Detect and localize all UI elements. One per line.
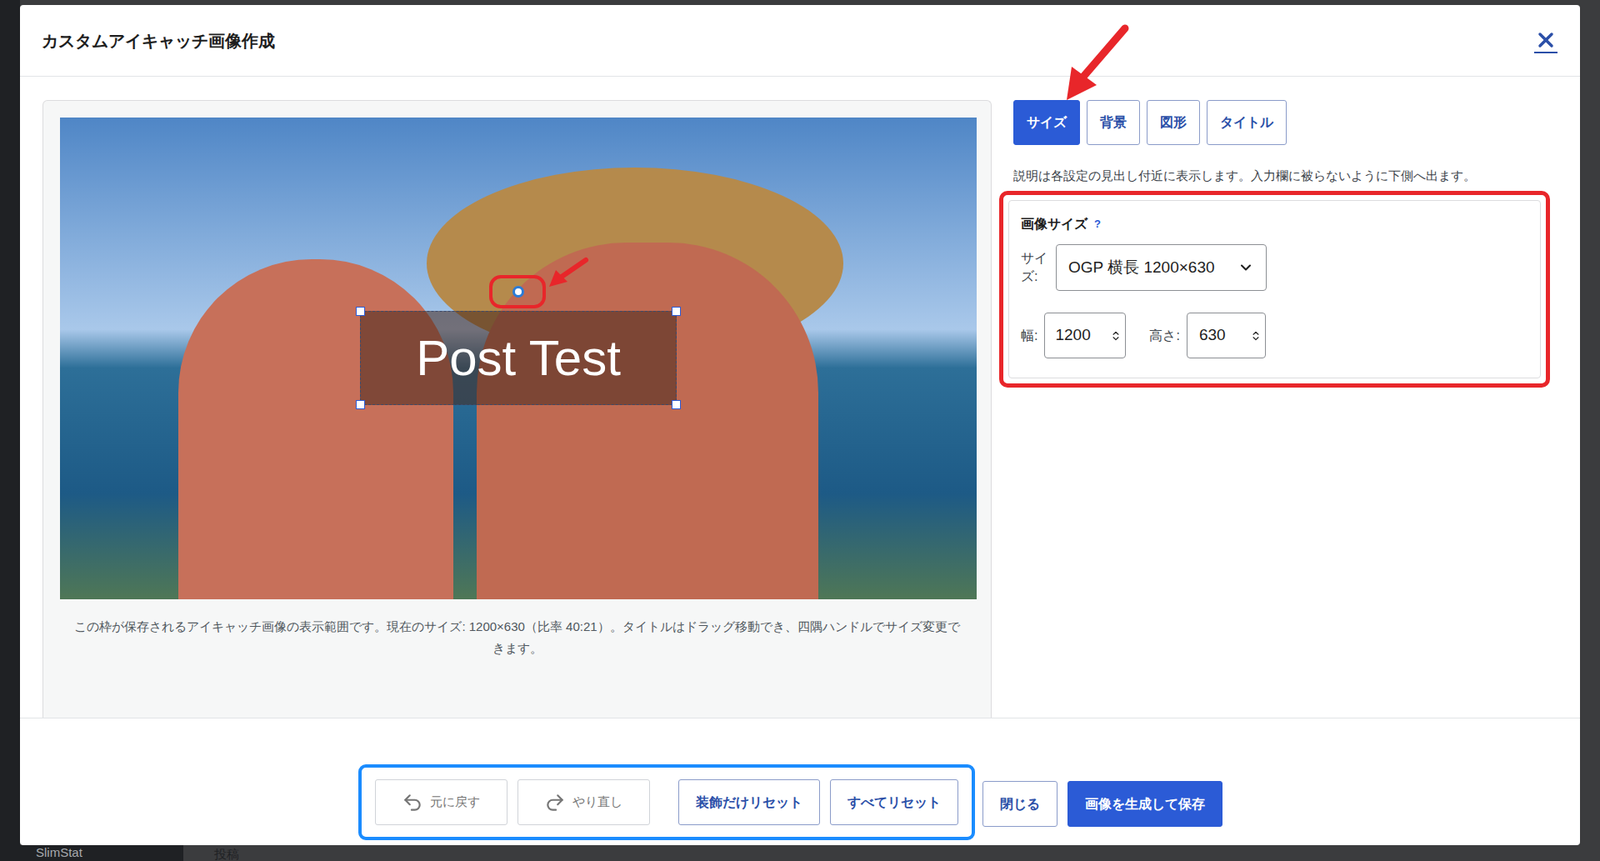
spinner-icon[interactable] bbox=[1250, 328, 1262, 344]
width-label: 幅: bbox=[1020, 325, 1038, 346]
admin-sidebar bbox=[0, 0, 20, 861]
help-mark[interactable]: ? bbox=[1094, 215, 1101, 233]
tab-bar: サイズ背景図形タイトル bbox=[1013, 100, 1566, 145]
close-button[interactable] bbox=[1533, 28, 1559, 54]
preview-caption: この枠が保存されるアイキャッチ画像の表示範囲です。現在のサイズ: 1200×63… bbox=[60, 615, 975, 660]
modal-body: Post Test この枠が保存されるアイキャッチ画像の表示範囲です。現在のサイズ… bbox=[20, 76, 1580, 718]
redo-icon bbox=[544, 791, 566, 814]
close-icon bbox=[1533, 28, 1559, 52]
modal-footer: 元に戻すやり直し装飾だけリセットすべてリセット閉じる画像を生成して保存 bbox=[20, 717, 1580, 845]
menu-item[interactable]: SlimStat bbox=[0, 845, 184, 861]
action-button[interactable]: すべてリセット bbox=[830, 779, 959, 825]
size-heading: 画像サイズ? bbox=[1020, 214, 1529, 235]
preview-panel: Post Test この枠が保存されるアイキャッチ画像の表示範囲です。現在のサイズ… bbox=[42, 100, 992, 718]
action-button[interactable]: 装飾だけリセット bbox=[678, 779, 820, 825]
menu-item[interactable]: 投稿 bbox=[214, 846, 240, 861]
modal-title: カスタムアイキャッチ画像作成 bbox=[41, 28, 275, 54]
modal: カスタムアイキャッチ画像作成 Post Test この枠が保存されるアイキャッチ画像… bbox=[20, 5, 1580, 845]
tab[interactable]: サイズ bbox=[1013, 100, 1080, 145]
spinner-icon[interactable] bbox=[1110, 328, 1122, 344]
tab[interactable]: 背景 bbox=[1086, 100, 1140, 145]
action-button[interactable]: 閉じる bbox=[982, 780, 1058, 827]
height-input[interactable]: 630 bbox=[1186, 312, 1266, 359]
annotation-arrow-icon bbox=[547, 255, 590, 292]
preview-canvas: Post Test bbox=[60, 117, 977, 600]
width-input[interactable]: 1200 bbox=[1044, 312, 1126, 359]
help-text: 説明は各設定の見出し付近に表示します。入力欄に被らないように下側へ出ます。 bbox=[1013, 167, 1566, 185]
annotation-box: 元に戻すやり直し装飾だけリセットすべてリセット bbox=[358, 764, 975, 840]
undo-icon bbox=[401, 791, 424, 814]
screen: SlimStat 投稿 カスタムアイキャッチ画像作成 Post Test この枠が保存さ… bbox=[0, 0, 1600, 861]
annotation-arrow-icon bbox=[1050, 20, 1134, 104]
background-menu: SlimStat 投稿 bbox=[0, 845, 1600, 861]
photo-figure bbox=[476, 242, 819, 600]
tab[interactable]: 図形 bbox=[1146, 100, 1200, 145]
annotation-box: 画像サイズ? サイズ:OGP 横長 1200×630 幅: 1200 高さ: 630 bbox=[999, 190, 1550, 388]
settings-column: サイズ背景図形タイトル説明は各設定の見出し付近に表示します。入力欄に被らないよう… bbox=[999, 100, 1566, 718]
undo-button[interactable]: 元に戻す bbox=[375, 779, 508, 825]
chevron-down-icon bbox=[1237, 259, 1255, 276]
size-label: サイズ: bbox=[1020, 249, 1048, 286]
tab[interactable]: タイトル bbox=[1206, 100, 1287, 145]
redo-button[interactable]: やり直し bbox=[517, 779, 650, 825]
save-button[interactable]: 画像を生成して保存 bbox=[1067, 780, 1223, 827]
title-overlay[interactable]: Post Test bbox=[360, 310, 677, 405]
resize-handle[interactable] bbox=[355, 306, 365, 316]
modal-header: カスタムアイキャッチ画像作成 bbox=[20, 5, 1580, 77]
resize-handle[interactable] bbox=[671, 306, 681, 316]
size-select[interactable]: OGP 横長 1200×630 bbox=[1055, 244, 1267, 291]
resize-handle[interactable] bbox=[671, 400, 681, 410]
size-row: サイズ:OGP 横長 1200×630 bbox=[1020, 244, 1529, 291]
dimension-row: 幅: 1200 高さ: 630 bbox=[1020, 312, 1529, 359]
size-card: 画像サイズ? サイズ:OGP 横長 1200×630 幅: 1200 高さ: 630 bbox=[1008, 200, 1541, 379]
rotate-handle[interactable] bbox=[512, 285, 525, 298]
height-label: 高さ: bbox=[1149, 325, 1180, 346]
resize-handle[interactable] bbox=[355, 400, 365, 410]
